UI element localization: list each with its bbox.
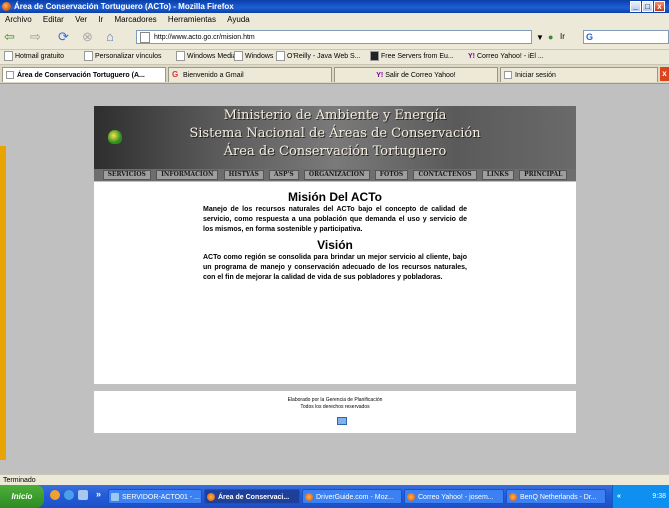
- status-text: Terminado: [3, 477, 36, 484]
- tab-iniciar-sesion[interactable]: Iniciar sesión: [500, 67, 658, 82]
- site-banner: Ministerio de Ambiente y Energía Sistema…: [94, 106, 576, 169]
- window-title: Área de Conservación Tortuguero (ACTo) -…: [14, 2, 234, 11]
- site-menu-links[interactable]: LINKS: [481, 170, 514, 180]
- vision-text: ACTo como región se consolida para brind…: [203, 254, 467, 281]
- site-menu-principal[interactable]: PRINCIPAL: [519, 170, 568, 180]
- mail-icon[interactable]: [337, 417, 347, 425]
- banner-line-3: Área de Conservación Tortuguero: [223, 144, 447, 159]
- reload-icon[interactable]: ⟳: [58, 29, 69, 45]
- banner-line-1: Ministerio de Ambiente y Energía: [223, 108, 447, 123]
- menu-archivo[interactable]: Archivo: [5, 15, 32, 24]
- menu-herramientas[interactable]: Herramientas: [168, 15, 216, 24]
- navigation-toolbar: ⇦ ⇨ ⟳ ⊗ ⌂ http://www.acto.go.cr/mision.h…: [0, 26, 669, 50]
- back-arrow-icon[interactable]: ⇦: [4, 29, 15, 45]
- site-menu-historias[interactable]: HISTYAS: [223, 170, 264, 180]
- quicklaunch-desktop-icon[interactable]: [78, 490, 88, 500]
- window-title-bar: Área de Conservación Tortuguero (ACTo) -…: [0, 0, 669, 13]
- taskbar-item-servidor[interactable]: SERVIDOR-ACTO01 - ...: [108, 489, 202, 504]
- bookmark-personalizar[interactable]: Personalizar vínculos: [84, 50, 162, 64]
- tray-expand-icon[interactable]: «: [617, 485, 621, 508]
- url-dropdown-icon[interactable]: ▼: [536, 30, 544, 46]
- menu-ir[interactable]: Ir: [98, 15, 103, 24]
- page-footer: Elaborado por la Gerencia de Planificaci…: [94, 391, 576, 433]
- accent-strip: [0, 146, 6, 460]
- taskbar-item-acto[interactable]: Área de Conservaci...: [204, 489, 300, 504]
- quicklaunch-firefox-icon[interactable]: [50, 490, 60, 500]
- forward-arrow-icon[interactable]: ⇨: [30, 29, 41, 45]
- main-panel: Misión Del ACTo Manejo de los recursos n…: [94, 182, 576, 384]
- site-menu-informacion[interactable]: INFORMACION: [156, 170, 219, 180]
- gmail-icon: G: [172, 70, 179, 79]
- taskbar: Inicio » SERVIDOR-ACTO01 - ... Área de C…: [0, 485, 669, 508]
- quicklaunch-overflow-icon[interactable]: »: [96, 489, 101, 499]
- close-window-button[interactable]: x: [654, 1, 665, 12]
- home-icon[interactable]: ⌂: [106, 29, 114, 45]
- site-menu-organizacion[interactable]: ORGANIZACION: [303, 170, 370, 180]
- taskbar-item-driverguide[interactable]: DriverGuide.com - Moz...: [302, 489, 402, 504]
- yahoo-icon: Y!: [468, 53, 475, 60]
- url-bar[interactable]: http://www.acto.go.cr/mision.htm: [136, 30, 532, 44]
- minimize-button[interactable]: _: [630, 1, 641, 12]
- bookmarks-toolbar: Hotmail gratuito Personalizar vínculos W…: [0, 50, 669, 65]
- taskbar-item-benq[interactable]: BenQ Netherlands - Dr...: [506, 489, 606, 504]
- bookmark-hotmail[interactable]: Hotmail gratuito: [4, 50, 64, 64]
- bookmark-windows[interactable]: Windows: [234, 50, 273, 64]
- tab-bar: Área de Conservación Tortuguero (A... G …: [0, 65, 669, 84]
- go-icon[interactable]: ●: [548, 29, 553, 45]
- google-icon: G: [586, 32, 594, 42]
- footer-line-2: Todos los derechos reservados: [300, 404, 370, 410]
- site-menu: SERVICIOS INFORMACION HISTYAS ASP'S ORGA…: [94, 169, 576, 181]
- quicklaunch-ie-icon[interactable]: [64, 490, 74, 500]
- footer-line-1: Elaborado por la Gerencia de Planificaci…: [287, 397, 383, 403]
- tab-acto[interactable]: Área de Conservación Tortuguero (A...: [2, 67, 166, 82]
- close-tab-icon[interactable]: x: [660, 67, 669, 81]
- mission-text: Manejo de los recursos naturales del ACT…: [203, 206, 467, 233]
- start-button[interactable]: Inicio: [0, 485, 44, 508]
- clock: 9:38: [652, 493, 666, 500]
- bookmark-free-servers[interactable]: Free Servers from Eu...: [370, 50, 454, 64]
- page-icon: [140, 31, 150, 43]
- page-icon: [504, 71, 512, 79]
- site-menu-asps[interactable]: ASP'S: [269, 170, 299, 180]
- tab-gmail[interactable]: G Bienvenido a Gmail: [168, 67, 332, 82]
- menu-ayuda[interactable]: Ayuda: [227, 15, 250, 24]
- taskbar-item-correo-yahoo[interactable]: Correo Yahoo! - josem...: [404, 489, 504, 504]
- firefox-icon: [2, 2, 11, 11]
- url-text: http://www.acto.go.cr/mision.htm: [154, 34, 255, 41]
- menu-marcadores[interactable]: Marcadores: [114, 15, 156, 24]
- system-tray: « 9:38: [612, 485, 669, 508]
- tab-yahoo[interactable]: Y! Salir de Correo Yahoo!: [334, 67, 498, 82]
- bookmark-correo-yahoo[interactable]: Y! Correo Yahoo! - iEl ...: [468, 50, 544, 64]
- site-menu-servicios[interactable]: SERVICIOS: [102, 170, 151, 180]
- go-label[interactable]: Ir: [560, 29, 565, 45]
- banner-line-2: Sistema Nacional de Áreas de Conservació…: [189, 126, 481, 141]
- site-menu-contactenos[interactable]: CONTACTENOS: [413, 170, 477, 180]
- page-icon: [6, 71, 14, 79]
- menu-editar[interactable]: Editar: [43, 15, 64, 24]
- yahoo-icon: Y!: [376, 72, 384, 79]
- maximize-button[interactable]: □: [642, 1, 653, 12]
- vision-title: Visión: [317, 238, 353, 252]
- search-input[interactable]: G: [583, 30, 669, 44]
- bookmark-windows-media[interactable]: Windows Media: [176, 50, 236, 64]
- bookmark-oreilly[interactable]: O'Reilly - Java Web S...: [276, 50, 361, 64]
- site-menu-fotos[interactable]: FOTOS: [374, 170, 409, 180]
- menu-ver[interactable]: Ver: [75, 15, 87, 24]
- mission-title: Misión Del ACTo: [288, 190, 382, 204]
- stop-icon[interactable]: ⊗: [82, 29, 93, 45]
- menu-bar: Archivo Editar Ver Ir Marcadores Herrami…: [0, 13, 669, 26]
